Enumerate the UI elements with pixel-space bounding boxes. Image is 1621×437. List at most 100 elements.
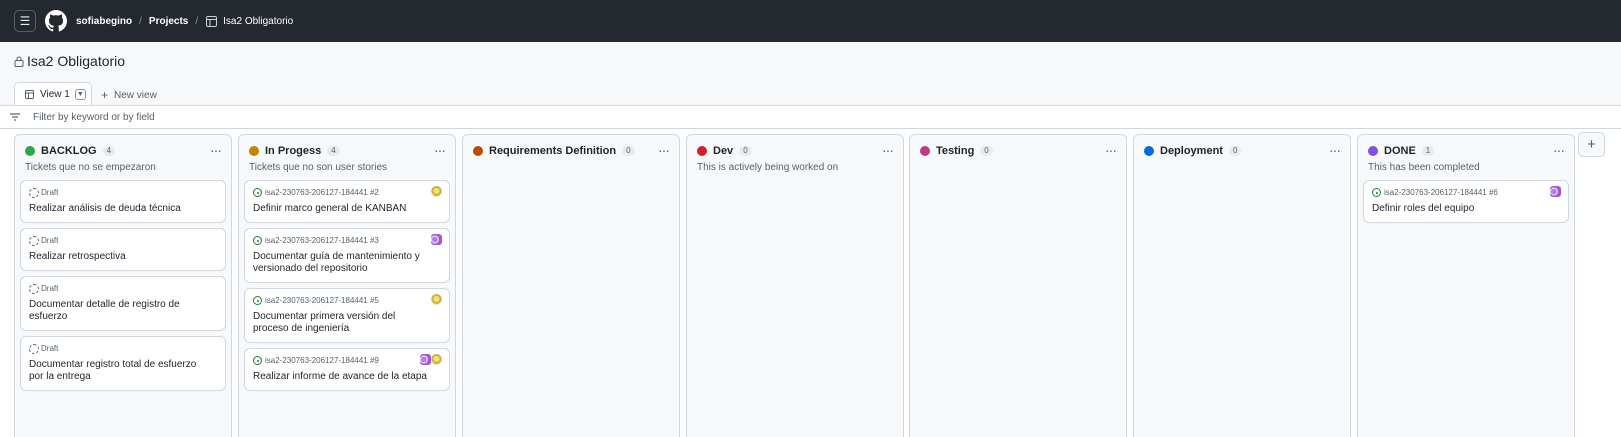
column-menu-icon[interactable]: ··· bbox=[434, 142, 446, 158]
board-card[interactable]: isa2-230763-206127-184441 #6 Definir rol… bbox=[1363, 180, 1569, 223]
card-title[interactable]: Documentar detalle de registro de esfuer… bbox=[29, 299, 217, 323]
github-logo-icon[interactable] bbox=[45, 10, 67, 32]
column-count-badge: 0 bbox=[739, 146, 752, 156]
assignees[interactable] bbox=[420, 354, 442, 365]
card-meta[interactable]: isa2-230763-206127-184441 #6 bbox=[1384, 188, 1498, 197]
column-menu-icon[interactable]: ··· bbox=[882, 142, 894, 158]
column-header: BACKLOG 4 bbox=[25, 145, 116, 157]
assignees[interactable] bbox=[431, 234, 442, 245]
tab-view-1[interactable]: View 1 ▼ bbox=[14, 82, 92, 106]
assignees[interactable] bbox=[1550, 186, 1561, 197]
assignees[interactable] bbox=[431, 294, 442, 305]
column-title: Testing bbox=[936, 145, 975, 157]
column-done: DONE 1 ··· This has been completed isa2-… bbox=[1357, 134, 1575, 437]
status-dot bbox=[1368, 146, 1378, 156]
column-count-badge: 4 bbox=[102, 146, 116, 156]
column-header: Testing 0 bbox=[920, 145, 993, 157]
column-menu-icon[interactable]: ··· bbox=[658, 142, 670, 158]
card-meta: Draft bbox=[41, 344, 59, 353]
column-menu-icon[interactable]: ··· bbox=[1105, 142, 1117, 158]
top-navigation-bar: ☰ sofiabegino / Projects / Isa2 Obligato… bbox=[0, 0, 1621, 42]
board-card[interactable]: isa2-230763-206127-184441 #5 Documentar … bbox=[244, 288, 450, 343]
project-title: Isa2 Obligatorio bbox=[14, 53, 125, 69]
status-dot bbox=[473, 146, 483, 156]
card-title[interactable]: Realizar informe de avance de la etapa bbox=[253, 371, 441, 383]
filter-bar[interactable]: Filter by keyword or by field bbox=[0, 105, 1621, 129]
avatar[interactable] bbox=[431, 294, 442, 305]
view-options-button[interactable]: ▼ bbox=[74, 89, 86, 100]
card-title[interactable]: Documentar guía de mantenimiento y versi… bbox=[253, 251, 441, 275]
column-menu-icon[interactable]: ··· bbox=[1553, 142, 1565, 158]
draft-circle-icon bbox=[29, 187, 39, 198]
column-menu-icon[interactable]: ··· bbox=[210, 142, 222, 158]
assignees[interactable] bbox=[431, 186, 442, 197]
kanban-board: BACKLOG 4 ··· Tickets que no se empezaro… bbox=[0, 129, 1621, 437]
hamburger-menu-button[interactable]: ☰ bbox=[14, 10, 36, 32]
card-title[interactable]: Definir roles del equipo bbox=[1372, 203, 1560, 215]
status-dot bbox=[920, 146, 930, 156]
project-title-text: Isa2 Obligatorio bbox=[27, 53, 126, 69]
card-title[interactable]: Documentar registro total de esfuerzo po… bbox=[29, 359, 217, 383]
column-count-badge: 0 bbox=[980, 146, 993, 156]
avatar[interactable] bbox=[431, 354, 442, 365]
column-description: Tickets que no son user stories bbox=[249, 162, 388, 173]
board-card[interactable]: isa2-230763-206127-184441 #9 Realizar in… bbox=[244, 348, 450, 391]
project-header: Isa2 Obligatorio View 1 ▼ + New view bbox=[0, 42, 1621, 106]
issue-open-icon bbox=[253, 296, 262, 305]
plus-icon: + bbox=[101, 88, 109, 102]
column-description: This has been completed bbox=[1368, 162, 1480, 173]
status-dot bbox=[697, 146, 707, 156]
add-column-button[interactable]: + bbox=[1578, 132, 1605, 157]
column-count-badge: 4 bbox=[327, 146, 340, 156]
board-card[interactable]: Draft Realizar análisis de deuda técnica bbox=[20, 180, 226, 223]
breadcrumb-projects[interactable]: Projects bbox=[149, 16, 188, 27]
card-meta: Draft bbox=[41, 284, 59, 293]
column-title: In Progess bbox=[265, 145, 322, 157]
column-title: Deployment bbox=[1160, 145, 1223, 157]
avatar[interactable] bbox=[431, 234, 442, 245]
breadcrumb-owner[interactable]: sofiabegino bbox=[76, 16, 132, 27]
card-title[interactable]: Documentar primera versión del proceso d… bbox=[253, 311, 441, 335]
column-title: DONE bbox=[1384, 145, 1416, 157]
column-header: In Progess 4 bbox=[249, 145, 340, 157]
board-card[interactable]: Draft Documentar detalle de registro de … bbox=[20, 276, 226, 331]
plus-icon: + bbox=[1587, 136, 1596, 153]
issue-open-icon bbox=[253, 356, 262, 365]
column-header: Dev 0 bbox=[697, 145, 752, 157]
avatar[interactable] bbox=[431, 186, 442, 197]
board-card[interactable]: Draft Documentar registro total de esfue… bbox=[20, 336, 226, 391]
card-title[interactable]: Definir marco general de KANBAN bbox=[253, 203, 441, 215]
column-header: DONE 1 bbox=[1368, 145, 1435, 157]
breadcrumb-project[interactable]: Isa2 Obligatorio bbox=[223, 16, 293, 27]
column-testing: Testing 0 ··· bbox=[909, 134, 1127, 437]
filter-icon bbox=[10, 113, 20, 121]
card-meta[interactable]: isa2-230763-206127-184441 #2 bbox=[265, 188, 379, 197]
card-meta[interactable]: isa2-230763-206127-184441 #5 bbox=[265, 296, 379, 305]
issue-open-icon bbox=[1372, 188, 1381, 197]
card-meta[interactable]: isa2-230763-206127-184441 #3 bbox=[265, 236, 379, 245]
column-title: Dev bbox=[713, 145, 734, 157]
column-menu-icon[interactable]: ··· bbox=[1329, 142, 1341, 158]
board-card[interactable]: Draft Realizar retrospectiva bbox=[20, 228, 226, 271]
status-dot bbox=[1144, 146, 1154, 156]
card-title[interactable]: Realizar retrospectiva bbox=[29, 251, 217, 263]
card-meta[interactable]: isa2-230763-206127-184441 #9 bbox=[265, 356, 379, 365]
board-card[interactable]: isa2-230763-206127-184441 #3 Documentar … bbox=[244, 228, 450, 283]
hamburger-icon: ☰ bbox=[19, 14, 31, 28]
draft-circle-icon bbox=[29, 343, 39, 354]
column-description: This is actively being worked on bbox=[697, 162, 839, 173]
avatar[interactable] bbox=[420, 354, 431, 365]
card-title[interactable]: Realizar análisis de deuda técnica bbox=[29, 203, 217, 215]
filter-input[interactable]: Filter by keyword or by field bbox=[33, 112, 155, 123]
column-count-badge: 0 bbox=[1228, 146, 1242, 156]
tab-label: View 1 bbox=[40, 89, 70, 100]
breadcrumb-separator: / bbox=[195, 15, 199, 27]
column-header: Deployment 0 bbox=[1144, 145, 1242, 157]
new-view-label: New view bbox=[114, 89, 157, 101]
avatar[interactable] bbox=[1550, 186, 1561, 197]
table-icon bbox=[206, 15, 218, 27]
column-description: Tickets que no se empezaron bbox=[25, 162, 156, 173]
new-view-button[interactable]: + New view bbox=[101, 88, 157, 102]
board-card[interactable]: isa2-230763-206127-184441 #2 Definir mar… bbox=[244, 180, 450, 223]
draft-circle-icon bbox=[29, 235, 39, 246]
